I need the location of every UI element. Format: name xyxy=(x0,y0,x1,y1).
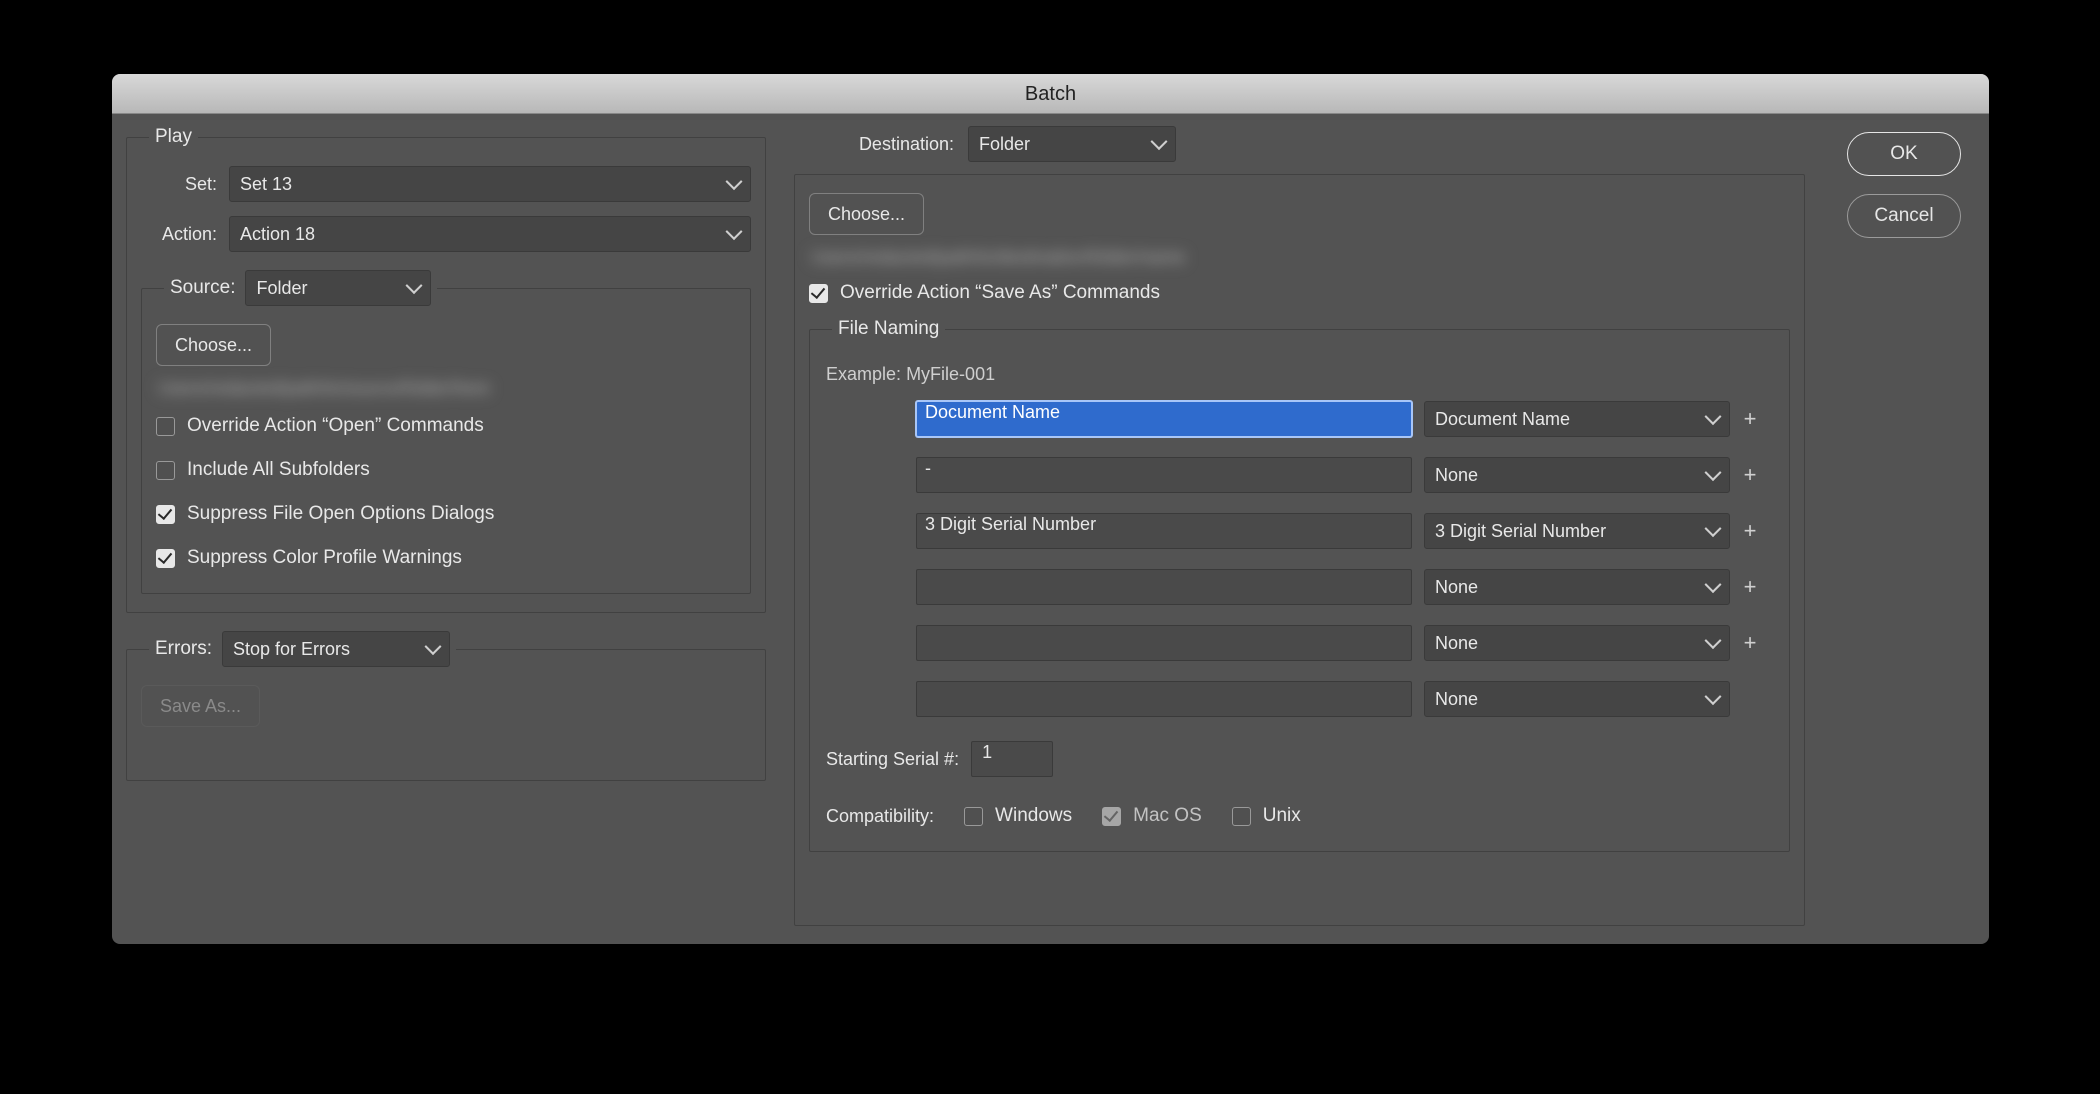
set-select[interactable]: Set 13 xyxy=(229,166,751,202)
naming-grid: Document NameDocument Name+-None+3 Digit… xyxy=(916,401,1775,717)
source-path: Users/redacted/path/to/source/folder/her… xyxy=(158,378,736,399)
left-column: Play Set: Set 13 Action: Action 18 xyxy=(126,126,766,930)
destination-choose-button[interactable]: Choose... xyxy=(809,193,924,235)
action-value: Action 18 xyxy=(240,224,315,245)
starting-serial-input[interactable]: 1 xyxy=(971,741,1053,777)
source-legend-wrap: Source: Folder xyxy=(164,270,437,306)
checkbox-icon xyxy=(156,461,175,480)
set-label: Set: xyxy=(141,174,217,195)
source-label: Source: xyxy=(170,277,235,299)
compat-mac-label: Mac OS xyxy=(1133,805,1202,827)
naming-plus-3[interactable]: + xyxy=(1742,574,1758,600)
checkbox-icon xyxy=(809,284,828,303)
compat-windows-label: Windows xyxy=(995,805,1072,827)
override-open-label: Override Action “Open” Commands xyxy=(187,415,484,437)
suppress-color-checkbox[interactable]: Suppress Color Profile Warnings xyxy=(156,547,736,569)
example-text: Example: MyFile-001 xyxy=(826,364,1775,385)
starting-serial-label: Starting Serial #: xyxy=(826,749,959,770)
override-saveas-checkbox[interactable]: Override Action “Save As” Commands xyxy=(809,282,1160,304)
override-saveas-label: Override Action “Save As” Commands xyxy=(840,282,1160,304)
checkbox-icon xyxy=(156,417,175,436)
include-subfolders-label: Include All Subfolders xyxy=(187,459,370,481)
checkbox-icon xyxy=(156,505,175,524)
naming-text-4[interactable] xyxy=(916,625,1412,661)
compatibility-label: Compatibility: xyxy=(826,806,934,827)
dialog-title: Batch xyxy=(112,74,1989,114)
naming-text-1[interactable]: - xyxy=(916,457,1412,493)
suppress-dialogs-label: Suppress File Open Options Dialogs xyxy=(187,503,494,525)
play-legend: Play xyxy=(149,126,198,148)
action-select[interactable]: Action 18 xyxy=(229,216,751,252)
save-as-button[interactable]: Save As... xyxy=(141,685,260,727)
source-group: Source: Folder Choose... Users/redacted/… xyxy=(141,270,751,594)
checkbox-icon xyxy=(1102,807,1121,826)
naming-type-2[interactable]: 3 Digit Serial Number xyxy=(1424,513,1730,549)
errors-label: Errors: xyxy=(155,638,212,660)
naming-type-1[interactable]: None xyxy=(1424,457,1730,493)
batch-dialog: Batch Play Set: Set 13 Action: Action 18 xyxy=(112,74,1989,944)
source-choose-button[interactable]: Choose... xyxy=(156,324,271,366)
source-value: Folder xyxy=(256,278,307,299)
naming-plus-2[interactable]: + xyxy=(1742,518,1758,544)
destination-select[interactable]: Folder xyxy=(968,126,1176,162)
source-select[interactable]: Folder xyxy=(245,270,431,306)
set-value: Set 13 xyxy=(240,174,292,195)
include-subfolders-checkbox[interactable]: Include All Subfolders xyxy=(156,459,736,481)
errors-select[interactable]: Stop for Errors xyxy=(222,631,450,667)
file-naming-legend: File Naming xyxy=(832,318,945,340)
suppress-dialogs-checkbox[interactable]: Suppress File Open Options Dialogs xyxy=(156,503,736,525)
middle-column: Destination: Folder Choose... Users/reda… xyxy=(794,126,1805,930)
naming-type-3[interactable]: None xyxy=(1424,569,1730,605)
naming-plus-0[interactable]: + xyxy=(1742,406,1758,432)
play-group: Play Set: Set 13 Action: Action 18 xyxy=(126,126,766,613)
errors-legend-wrap: Errors: Stop for Errors xyxy=(149,631,456,667)
naming-type-5[interactable]: None xyxy=(1424,681,1730,717)
naming-plus-1[interactable]: + xyxy=(1742,462,1758,488)
errors-group: Errors: Stop for Errors Save As... xyxy=(126,631,766,781)
naming-type-0[interactable]: Document Name xyxy=(1424,401,1730,437)
errors-value: Stop for Errors xyxy=(233,639,350,660)
file-naming-group: File Naming Example: MyFile-001 Document… xyxy=(809,318,1790,852)
destination-group: Choose... Users/redacted/path/to/destina… xyxy=(794,174,1805,926)
compat-unix-checkbox[interactable]: Unix xyxy=(1232,805,1301,827)
compat-windows-checkbox[interactable]: Windows xyxy=(964,805,1072,827)
naming-text-3[interactable] xyxy=(916,569,1412,605)
right-column: OK Cancel xyxy=(1833,126,1975,930)
naming-plus-4[interactable]: + xyxy=(1742,630,1758,656)
action-label: Action: xyxy=(141,224,217,245)
naming-type-4[interactable]: None xyxy=(1424,625,1730,661)
destination-label: Destination: xyxy=(804,134,954,155)
naming-text-2[interactable]: 3 Digit Serial Number xyxy=(916,513,1412,549)
naming-text-5[interactable] xyxy=(916,681,1412,717)
ok-button[interactable]: OK xyxy=(1847,132,1961,176)
override-open-checkbox[interactable]: Override Action “Open” Commands xyxy=(156,415,736,437)
checkbox-icon xyxy=(964,807,983,826)
compat-unix-label: Unix xyxy=(1263,805,1301,827)
suppress-color-label: Suppress Color Profile Warnings xyxy=(187,547,462,569)
checkbox-icon xyxy=(156,549,175,568)
compat-mac-checkbox: Mac OS xyxy=(1102,805,1202,827)
checkbox-icon xyxy=(1232,807,1251,826)
destination-path: Users/redacted/path/to/destination/folde… xyxy=(811,247,1790,268)
destination-value: Folder xyxy=(979,134,1030,155)
naming-text-0[interactable]: Document Name xyxy=(916,401,1412,437)
source-options: Override Action “Open” Commands Include … xyxy=(156,409,736,575)
cancel-button[interactable]: Cancel xyxy=(1847,194,1961,238)
